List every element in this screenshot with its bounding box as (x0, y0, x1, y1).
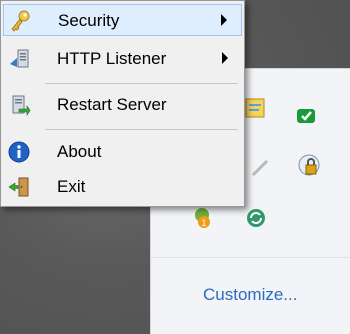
context-menu: Security HTTP Listener Restart Server Ab… (0, 0, 245, 207)
exit-door-icon (8, 177, 29, 197)
refresh-globe-icon[interactable] (243, 205, 269, 231)
info-icon (8, 141, 30, 163)
notes-icon[interactable] (243, 95, 269, 121)
customize-link[interactable]: Customize... (203, 285, 297, 305)
menu-item-http-listener[interactable]: HTTP Listener (3, 43, 242, 75)
menu-item-exit[interactable]: Exit (3, 171, 242, 203)
pen-icon[interactable] (247, 153, 273, 179)
network-server-icon (10, 49, 29, 68)
menu-item-label: Security (58, 11, 120, 30)
menu-item-about[interactable]: About (3, 136, 242, 168)
menu-separator (45, 83, 238, 84)
notification-badge-icon[interactable]: 1 (191, 205, 217, 231)
menu-item-label: HTTP Listener (57, 49, 167, 68)
menu-item-label: About (57, 142, 102, 161)
menu-separator (45, 129, 238, 130)
submenu-arrow-icon (222, 52, 228, 64)
cloud-sync-icon[interactable] (293, 101, 319, 127)
menu-item-restart-server[interactable]: Restart Server (3, 89, 242, 121)
menu-item-label: Exit (57, 177, 86, 196)
key-icon (11, 10, 30, 32)
flyout-divider (151, 257, 350, 258)
menu-item-label: Restart Server (57, 95, 167, 114)
menu-item-security[interactable]: Security (3, 4, 242, 36)
submenu-arrow-icon (221, 14, 227, 26)
badge-count: 1 (201, 218, 206, 228)
restart-icon (12, 95, 31, 116)
lock-icon[interactable] (297, 153, 323, 179)
